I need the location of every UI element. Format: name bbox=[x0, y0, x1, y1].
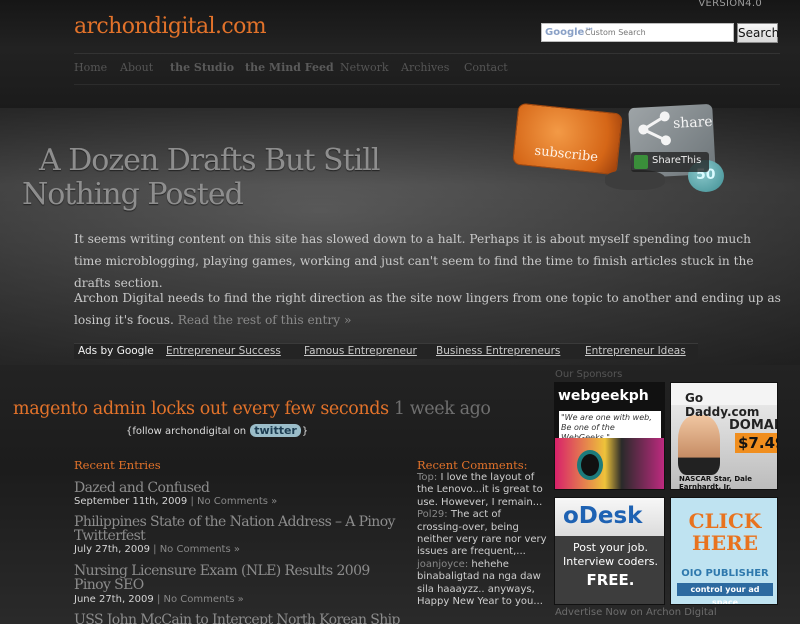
entry-meta: September 11th, 2009 | No Comments » bbox=[74, 496, 277, 507]
advertise-link[interactable]: Advertise Now on Archon Digital bbox=[555, 607, 717, 618]
comment-author[interactable]: joanjoyce: bbox=[417, 559, 468, 570]
featured-post: subscribe share 50 ShareThis A Dozen Dra… bbox=[0, 102, 800, 365]
oio-click: CLICK bbox=[688, 509, 762, 533]
search-input[interactable] bbox=[585, 25, 730, 40]
entry-title[interactable]: Dazed and Confused bbox=[74, 481, 400, 495]
ads-by-google[interactable]: Ads by Google bbox=[78, 345, 154, 357]
sharethis-icon bbox=[634, 155, 648, 169]
post-paragraph-2: Archon Digital needs to find the right d… bbox=[74, 287, 782, 331]
site-header: VERSION4.0 archondigital.com Google™ Sea… bbox=[0, 0, 800, 108]
nav-home[interactable]: Home bbox=[74, 61, 107, 74]
recent-entries-heading: Recent Entries bbox=[74, 458, 161, 472]
webgeek-artwork bbox=[555, 438, 664, 489]
follow-suffix: } bbox=[301, 426, 309, 437]
nav-archives[interactable]: Archives bbox=[401, 61, 449, 74]
entry-comments-link[interactable]: No Comments » bbox=[160, 544, 240, 555]
comment-item: Pol29: The act of crossing-over, being n… bbox=[417, 509, 547, 559]
post-title-line1: A Dozen Drafts But Still bbox=[39, 143, 380, 178]
search-box: Google™ bbox=[541, 23, 734, 42]
ad-odesk[interactable]: oDesk Post your job. Interview coders. F… bbox=[554, 497, 665, 605]
entry-date: July 27th, 2009 bbox=[74, 544, 150, 555]
recent-comments-heading: Recent Comments: bbox=[417, 458, 528, 472]
post-paragraph: It seems writing content on this site ha… bbox=[74, 232, 754, 290]
comment-author[interactable]: Top: bbox=[417, 472, 437, 483]
latest-tweet: magento admin locks out every few second… bbox=[13, 399, 491, 419]
site-logo[interactable]: archondigital.com bbox=[74, 14, 267, 39]
search-button[interactable]: Search bbox=[737, 23, 779, 43]
nav-divider-bottom bbox=[74, 84, 780, 85]
oio-publisher-label: OIO PUBLISHER bbox=[681, 568, 769, 579]
driver-photo bbox=[678, 415, 720, 475]
entry-comments-link[interactable]: No Comments » bbox=[164, 594, 244, 605]
nav-network[interactable]: Network bbox=[340, 61, 389, 74]
sponsors-heading: Our Sponsors bbox=[555, 369, 623, 380]
nav-divider bbox=[74, 53, 780, 54]
comment-author[interactable]: Pol29: bbox=[417, 509, 448, 520]
ad-oio-publisher[interactable]: CLICK HERE OIO PUBLISHER control your ad… bbox=[670, 497, 778, 605]
odesk-body: Post your job. Interview coders. FREE. bbox=[555, 536, 664, 604]
follow-twitter: {follow archondigital on twitter} bbox=[126, 424, 308, 437]
recent-comments-list: Top: I love the layout of the Lenovo...i… bbox=[417, 472, 547, 608]
godaddy-caption: NASCAR Star, Dale Earnhardt, Jr. bbox=[679, 475, 753, 490]
nav-the-studio[interactable]: the Studio bbox=[170, 61, 234, 74]
ad-link[interactable]: Entrepreneur Ideas bbox=[585, 345, 686, 357]
odesk-line1: Post your job. bbox=[572, 541, 648, 554]
godaddy-price: $7.49* bbox=[735, 433, 777, 453]
post-title-line2: Nothing Posted bbox=[22, 177, 244, 212]
entry-comments-link[interactable]: No Comments » bbox=[197, 496, 277, 507]
entry-date: June 27th, 2009 bbox=[74, 594, 154, 605]
ad-webgeekph[interactable]: webgeekph "We are one with web, Be one o… bbox=[554, 382, 665, 490]
version-label: VERSION4.0 bbox=[698, 0, 762, 9]
read-more-link[interactable]: Read the rest of this entry » bbox=[178, 313, 352, 327]
twitter-logo[interactable]: twitter bbox=[250, 424, 301, 437]
rss-subscribe-badge[interactable]: subscribe bbox=[512, 102, 623, 176]
nav-the-mind-feed[interactable]: the Mind Feed bbox=[245, 61, 334, 74]
share-label: share bbox=[672, 113, 714, 132]
rss-label: subscribe bbox=[533, 143, 599, 166]
oio-here: HERE bbox=[691, 531, 758, 555]
entry-meta: July 27th, 2009 | No Comments » bbox=[74, 544, 240, 555]
entry-meta: June 27th, 2009 | No Comments » bbox=[74, 594, 244, 605]
comment-item: Top: I love the layout of the Lenovo...i… bbox=[417, 472, 547, 509]
oio-control-label: control your ad space bbox=[677, 583, 773, 604]
entry-separator: | bbox=[153, 544, 157, 555]
lower-content: magento admin locks out every few second… bbox=[0, 365, 800, 624]
webgeek-title: webgeekph bbox=[558, 388, 649, 404]
entry-title[interactable]: USS John McCain to Intercept North Korea… bbox=[74, 613, 400, 624]
godaddy-logo: Go Daddy.com bbox=[685, 391, 760, 419]
ad-link[interactable]: Business Entrepreneurs bbox=[436, 345, 560, 357]
godaddy-domains: DOMAINS bbox=[729, 418, 778, 433]
oio-click-here: CLICK HERE bbox=[671, 509, 777, 555]
odesk-line2: Interview coders. bbox=[563, 555, 658, 568]
post-title[interactable]: A Dozen Drafts But Still Nothing Posted bbox=[22, 144, 422, 212]
entry-title[interactable]: Nursing Licensure Exam (NLE) Results 200… bbox=[74, 564, 400, 592]
tweet-text[interactable]: magento admin locks out every few second… bbox=[13, 399, 389, 419]
ring-icon bbox=[577, 450, 603, 480]
decorative-blob bbox=[605, 170, 665, 190]
google-ads-bar: Ads by Google Entrepreneur Success Famou… bbox=[74, 343, 698, 359]
entry-separator: | bbox=[156, 594, 161, 605]
odesk-logo: oDesk bbox=[555, 498, 664, 536]
ad-link[interactable]: Entrepreneur Success bbox=[166, 345, 281, 357]
comment-item: joanjoyce: hehehe binabaligtad na nga da… bbox=[417, 559, 547, 609]
share-icon bbox=[638, 111, 671, 146]
entry-date: September 11th, 2009 bbox=[74, 496, 188, 507]
sharethis-label: ShareThis bbox=[652, 155, 702, 166]
nav-about[interactable]: About bbox=[120, 61, 153, 74]
entry-title[interactable]: Philippines State of the Nation Address … bbox=[74, 515, 400, 543]
entry-separator: | bbox=[190, 496, 194, 507]
tweet-time: 1 week ago bbox=[393, 399, 491, 419]
sharethis-button[interactable]: ShareThis bbox=[631, 152, 709, 172]
nav-contact[interactable]: Contact bbox=[464, 61, 508, 74]
follow-prefix: {follow archondigital on bbox=[126, 426, 247, 437]
odesk-free: FREE. bbox=[586, 571, 635, 589]
ad-link[interactable]: Famous Entrepreneur bbox=[304, 345, 417, 357]
ad-godaddy[interactable]: DOMAINS $7.49* NASCAR Star, Dale Earnhar… bbox=[670, 382, 778, 490]
